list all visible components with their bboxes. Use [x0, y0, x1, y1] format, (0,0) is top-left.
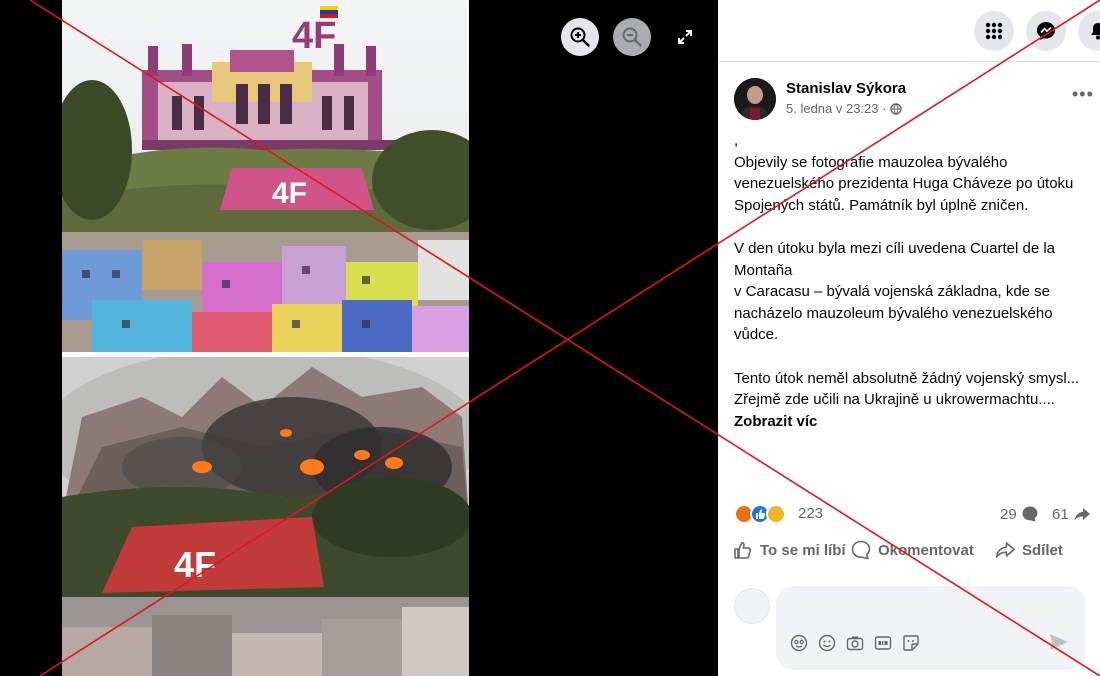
post-text-gap	[734, 346, 1084, 368]
avatar-sticker-button[interactable]	[788, 632, 810, 654]
avatar-image	[734, 78, 776, 120]
share-arrow-icon	[1074, 508, 1090, 521]
author-name[interactable]: Stanislav Sýkora	[786, 80, 906, 97]
gif-button[interactable]	[872, 632, 894, 654]
post-panel: Stanislav Sýkora 5. ledna v 23:23 · ••• …	[718, 0, 1100, 676]
send-icon	[1050, 634, 1068, 650]
post-text-line: ,	[734, 132, 739, 149]
photo-viewer: 4F 4F 4F	[0, 0, 718, 676]
comment-composer	[776, 586, 1086, 670]
post-text: , Objevily se fotografie mauzolea bývalé…	[734, 130, 1084, 432]
photo-top-4f-text: 4F	[292, 15, 336, 57]
author-avatar[interactable]	[734, 78, 776, 120]
notifications-icon	[1091, 23, 1100, 40]
sticker-button[interactable]	[900, 632, 922, 654]
share-count-group[interactable]: 61	[1052, 505, 1091, 523]
more-options-button[interactable]: •••	[1072, 84, 1094, 105]
zoom-out-icon	[622, 27, 642, 47]
menu-grid-icon	[985, 22, 1003, 40]
post-text-line: Objevily se fotografie mauzolea bývalého…	[734, 153, 1074, 214]
notifications-button[interactable]	[1078, 11, 1100, 51]
send-comment-button[interactable]	[1048, 632, 1072, 654]
comment-button[interactable]: Okomentovat	[850, 536, 974, 564]
comment-bubble-icon	[1022, 506, 1038, 522]
top-navigation	[718, 0, 1100, 62]
camera-icon	[846, 636, 864, 651]
zoom-in-icon	[570, 27, 590, 47]
comment-count: 29	[1000, 505, 1017, 523]
emoji-icon	[818, 634, 836, 652]
camera-button[interactable]	[844, 632, 866, 654]
post-author-header: Stanislav Sýkora 5. ledna v 23:23 · •••	[734, 78, 1094, 122]
reactions-bar: 223 29 61	[734, 503, 1092, 527]
post-text-line: V den útoku byla mezi cíli uvedena Cuart…	[734, 239, 1056, 279]
share-button[interactable]: Sdílet	[994, 536, 1063, 564]
thumbs-up-outline-icon	[734, 541, 752, 559]
globe-icon	[890, 102, 903, 115]
photo-bottom-emblem-text: 4F	[174, 544, 216, 585]
post-text-line: v Caracasu – bývalá vojenská základna, k…	[734, 283, 1053, 344]
photo-top-emblem-text: 4F	[272, 177, 307, 210]
fullscreen-button[interactable]	[672, 24, 698, 50]
comment-count-group[interactable]: 29	[1000, 505, 1039, 523]
like-button-label: To se mi líbí	[760, 541, 846, 559]
comment-button-label: Okomentovat	[878, 541, 974, 559]
zoom-in-button[interactable]	[561, 18, 599, 56]
sticker-icon	[903, 635, 919, 651]
avatar-sticker-icon	[790, 634, 808, 652]
sad-reaction-icon[interactable]	[766, 504, 786, 524]
post-text-line: Zřejmě zde učili na Ukrajině u ukrowerma…	[734, 391, 1055, 409]
expand-icon	[678, 30, 692, 44]
share-count: 61	[1052, 505, 1069, 523]
see-more-link[interactable]: Zobrazit víc	[734, 413, 817, 430]
share-outline-icon	[995, 542, 1015, 558]
photo-destroyed-mausoleum: 4F	[62, 357, 469, 676]
menu-button[interactable]	[974, 11, 1014, 51]
reaction-count[interactable]: 223	[798, 505, 823, 522]
photo-intact-mausoleum: 4F 4F	[62, 0, 469, 352]
post-text-gap	[734, 216, 1084, 238]
post-meta: 5. ledna v 23:23 ·	[786, 101, 903, 116]
post-actions: To se mi líbí Okomentovat Sdílet	[732, 536, 1092, 564]
emoji-button[interactable]	[816, 632, 838, 654]
post-date[interactable]: 5. ledna v 23:23 ·	[786, 101, 886, 116]
messenger-icon	[1037, 22, 1055, 40]
gif-icon	[874, 636, 892, 650]
commenter-avatar	[734, 588, 770, 624]
like-button[interactable]: To se mi líbí	[732, 536, 846, 564]
share-button-label: Sdílet	[1022, 541, 1063, 559]
post-photo[interactable]: 4F 4F 4F	[62, 0, 469, 676]
zoom-out-button[interactable]	[613, 18, 651, 56]
comment-outline-icon	[851, 540, 871, 560]
post-text-line: Tento útok neměl absolutně žádný vojensk…	[734, 369, 1080, 387]
comment-input[interactable]	[788, 596, 1068, 620]
messenger-button[interactable]	[1026, 11, 1066, 51]
